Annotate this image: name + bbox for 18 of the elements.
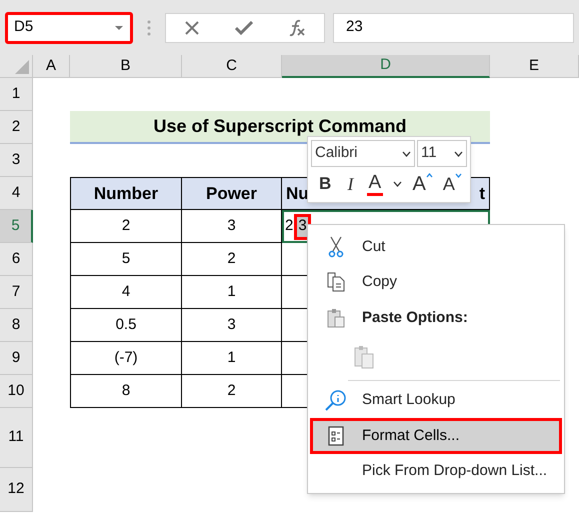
table-cell: 4: [70, 276, 182, 309]
table-cell: (-7): [70, 342, 182, 375]
table-cell: 2: [182, 243, 282, 276]
table-cell: 2: [182, 375, 282, 408]
table-header-cell-text: t: [479, 182, 485, 205]
sheet-title: Use of Superscript Command: [70, 111, 490, 144]
table-header-cell-text: Nu: [286, 182, 309, 205]
table-cell: 3: [182, 210, 282, 243]
cell-text: 2: [284, 216, 294, 236]
table-header-cell: Number: [70, 177, 182, 210]
table-cell: 1: [182, 276, 282, 309]
table-cell: 2: [70, 210, 182, 243]
table-cell: 0.5: [70, 309, 182, 342]
table-cell: 5: [70, 243, 182, 276]
table-cell: 3: [182, 309, 282, 342]
table-header-cell: Power: [182, 177, 282, 210]
table-cell: 1: [182, 342, 282, 375]
table-cell: 8: [70, 375, 182, 408]
